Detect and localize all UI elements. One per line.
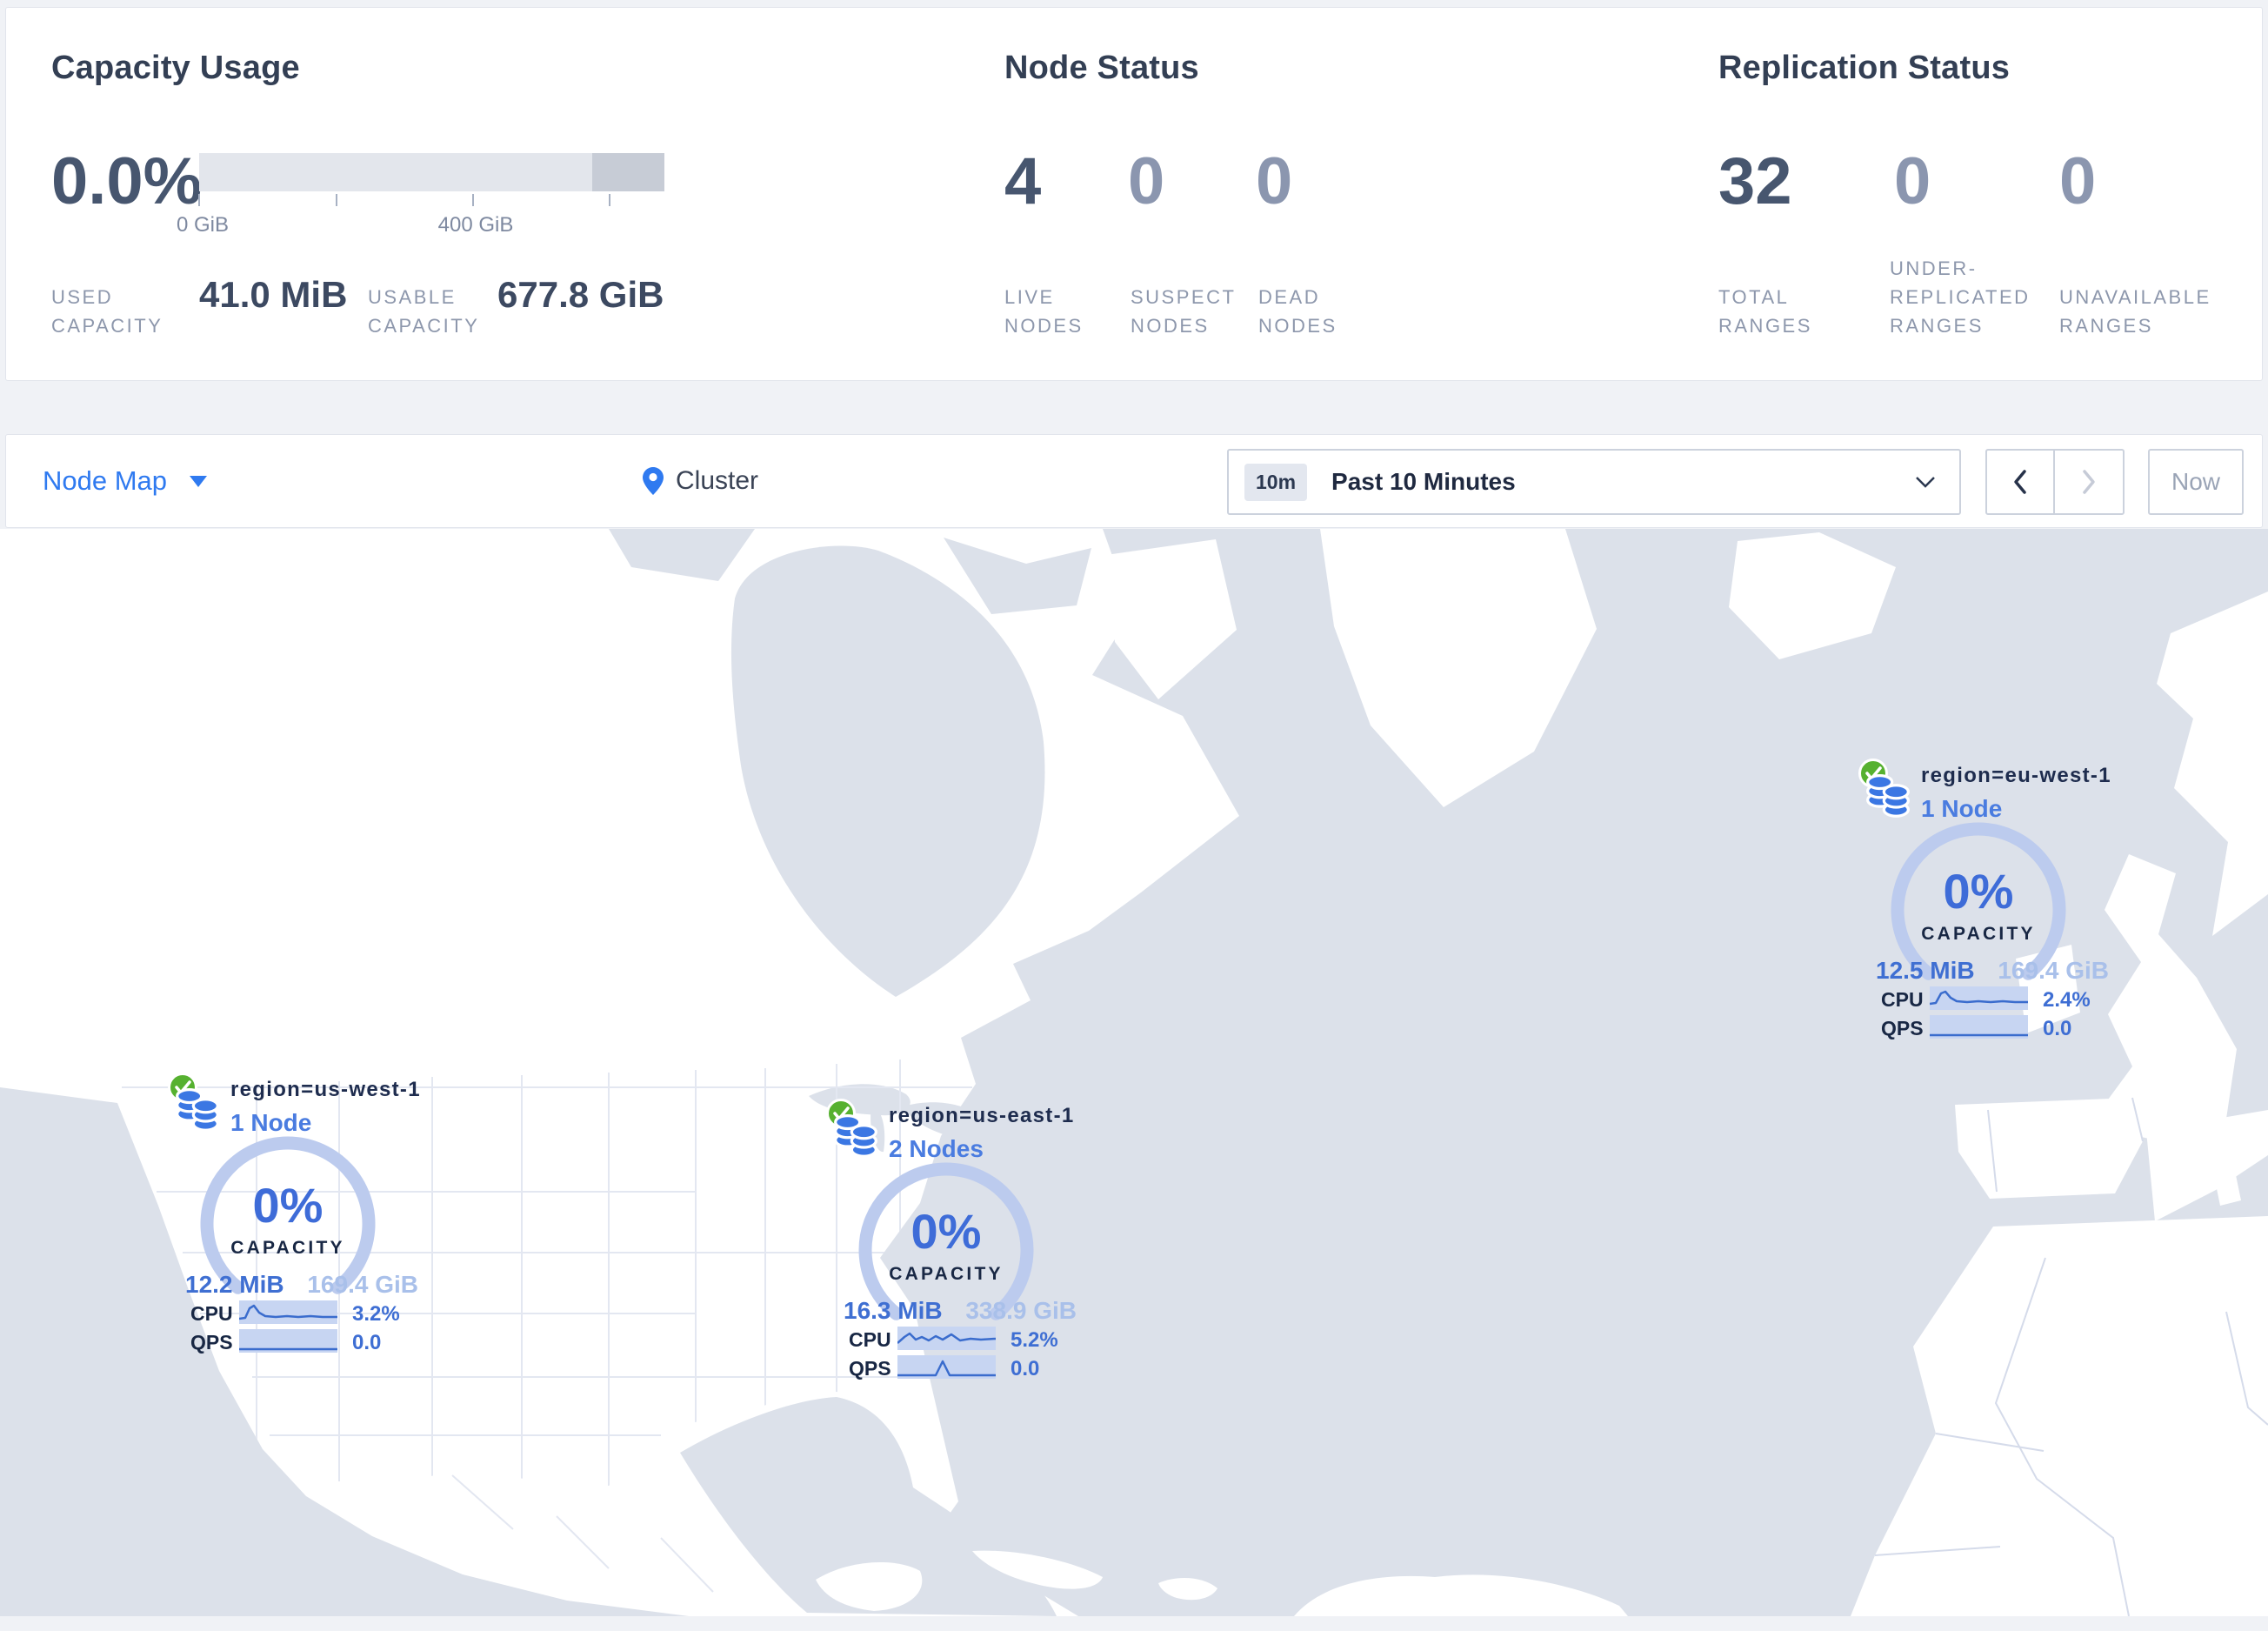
qps-label: QPS	[190, 1331, 233, 1354]
qps-label: QPS	[1881, 1017, 1924, 1039]
capacity-total-value: 169.4 GiB	[307, 1271, 418, 1298]
qps-value: 0.0	[1011, 1357, 1040, 1380]
used-capacity-value: 41.0 MiB	[199, 274, 348, 315]
cpu-label: CPU	[849, 1328, 891, 1351]
pin-icon	[643, 467, 664, 495]
node-map: region=us-west-1 1 Node 0% CAPACITY 12.2…	[0, 529, 2268, 1616]
map-toolbar: Node Map Cluster 10m Past 10 Minutes Now	[5, 434, 2263, 528]
live-nodes-label: LIVE NODES	[1004, 286, 1084, 337]
cpu-sparkline	[897, 1327, 996, 1350]
summary-stats-panel: Capacity Usage 0.0% 0 GiB 400 GiB USED C…	[5, 7, 2263, 381]
view-selector-dropdown[interactable]: Node Map	[43, 435, 208, 527]
total-ranges-label: TOTAL RANGES	[1718, 286, 1812, 337]
suspect-nodes-value: 0	[1128, 144, 1165, 218]
axis-tick-label: 400 GiB	[437, 213, 514, 237]
used-capacity-label: USED CAPACITY	[51, 286, 163, 337]
qps-sparkline	[239, 1329, 337, 1353]
qps-label: QPS	[849, 1357, 891, 1380]
under-replicated-ranges-value: 0	[1894, 144, 1931, 218]
capacity-bar-reserved-segment	[592, 153, 664, 191]
cpu-sparkline	[239, 1300, 337, 1324]
live-nodes-value: 4	[1004, 144, 1042, 218]
cpu-value: 3.2%	[352, 1302, 400, 1326]
axis-tick	[609, 194, 610, 206]
usable-capacity-value: 677.8 GiB	[497, 274, 664, 315]
database-icon	[1866, 773, 1910, 818]
total-ranges-value: 32	[1718, 144, 1792, 218]
unavailable-ranges-label: UNAVAILABLE RANGES	[2059, 286, 2211, 337]
capacity-gauge-label: CAPACITY	[230, 1238, 345, 1258]
now-button[interactable]: Now	[2148, 449, 2244, 515]
dead-nodes-label: DEAD NODES	[1258, 286, 1337, 337]
cpu-sparkline	[1930, 986, 2028, 1010]
next-interval-button[interactable]	[2055, 451, 2123, 513]
time-range-dropdown[interactable]: 10m Past 10 Minutes	[1227, 449, 1961, 515]
cpu-value: 5.2%	[1011, 1328, 1058, 1352]
region-label: region=us-west-1	[230, 1078, 421, 1101]
time-stepper	[1985, 449, 2125, 515]
prev-interval-button[interactable]	[1987, 451, 2055, 513]
time-window-label: Past 10 Minutes	[1331, 468, 1516, 495]
capacity-usage-title: Capacity Usage	[51, 50, 300, 86]
view-selector-label: Node Map	[43, 465, 168, 496]
under-replicated-ranges-label: UNDER-REPLICATED RANGES	[1890, 257, 2031, 337]
axis-tick	[472, 194, 474, 206]
database-icon	[176, 1087, 219, 1132]
capacity-gauge-label: CAPACITY	[889, 1264, 1004, 1284]
breadcrumb-label: Cluster	[676, 466, 759, 495]
region-marker-us-east-1[interactable]: region=us-east-1 2 Nodes 0% CAPACITY 16.…	[824, 1097, 1085, 1393]
replication-status-title: Replication Status	[1718, 50, 2011, 86]
capacity-used-value: 12.5 MiB	[1876, 957, 1975, 984]
capacity-total-value: 169.4 GiB	[1998, 957, 2109, 984]
qps-sparkline	[897, 1355, 996, 1379]
capacity-used-value: 12.2 MiB	[185, 1271, 284, 1298]
suspect-nodes-label: SUSPECT NODES	[1131, 286, 1237, 337]
axis-tick-label: 0 GiB	[176, 213, 230, 237]
breadcrumb[interactable]: Cluster	[643, 435, 758, 527]
time-window-badge: 10m	[1244, 463, 1308, 501]
axis-tick	[336, 194, 337, 206]
capacity-bar	[199, 153, 664, 191]
chevron-right-icon	[2083, 470, 2095, 494]
axis-tick	[198, 194, 200, 206]
dead-nodes-value: 0	[1256, 144, 1293, 218]
node-status-title: Node Status	[1004, 50, 1199, 86]
unavailable-ranges-value: 0	[2059, 144, 2097, 218]
capacity-percent: 0%	[1943, 864, 2014, 919]
database-icon	[834, 1113, 877, 1158]
region-marker-eu-west-1[interactable]: region=eu-west-1 1 Node 0% CAPACITY 12.5…	[1857, 757, 2118, 1053]
caret-down-icon	[190, 475, 208, 487]
chevron-left-icon	[2014, 470, 2026, 494]
now-button-label: Now	[2171, 468, 2220, 495]
cpu-label: CPU	[1881, 988, 1924, 1011]
chevron-down-icon	[1916, 477, 1935, 488]
cpu-label: CPU	[190, 1302, 233, 1325]
region-marker-us-west-1[interactable]: region=us-west-1 1 Node 0% CAPACITY 12.2…	[166, 1071, 427, 1367]
capacity-percent: 0.0%	[51, 144, 203, 218]
capacity-used-value: 16.3 MiB	[844, 1297, 943, 1324]
cluster-overview-page: Capacity Usage 0.0% 0 GiB 400 GiB USED C…	[0, 0, 2268, 1631]
qps-value: 0.0	[352, 1331, 382, 1354]
qps-sparkline	[1930, 1015, 2028, 1039]
cpu-value: 2.4%	[2043, 988, 2091, 1012]
region-label: region=us-east-1	[889, 1104, 1075, 1127]
region-label: region=eu-west-1	[1921, 764, 2111, 787]
capacity-percent: 0%	[252, 1178, 324, 1233]
capacity-percent: 0%	[911, 1204, 982, 1259]
qps-value: 0.0	[2043, 1017, 2072, 1040]
capacity-total-value: 338.9 GiB	[965, 1297, 1077, 1324]
capacity-gauge-label: CAPACITY	[1921, 924, 2036, 944]
